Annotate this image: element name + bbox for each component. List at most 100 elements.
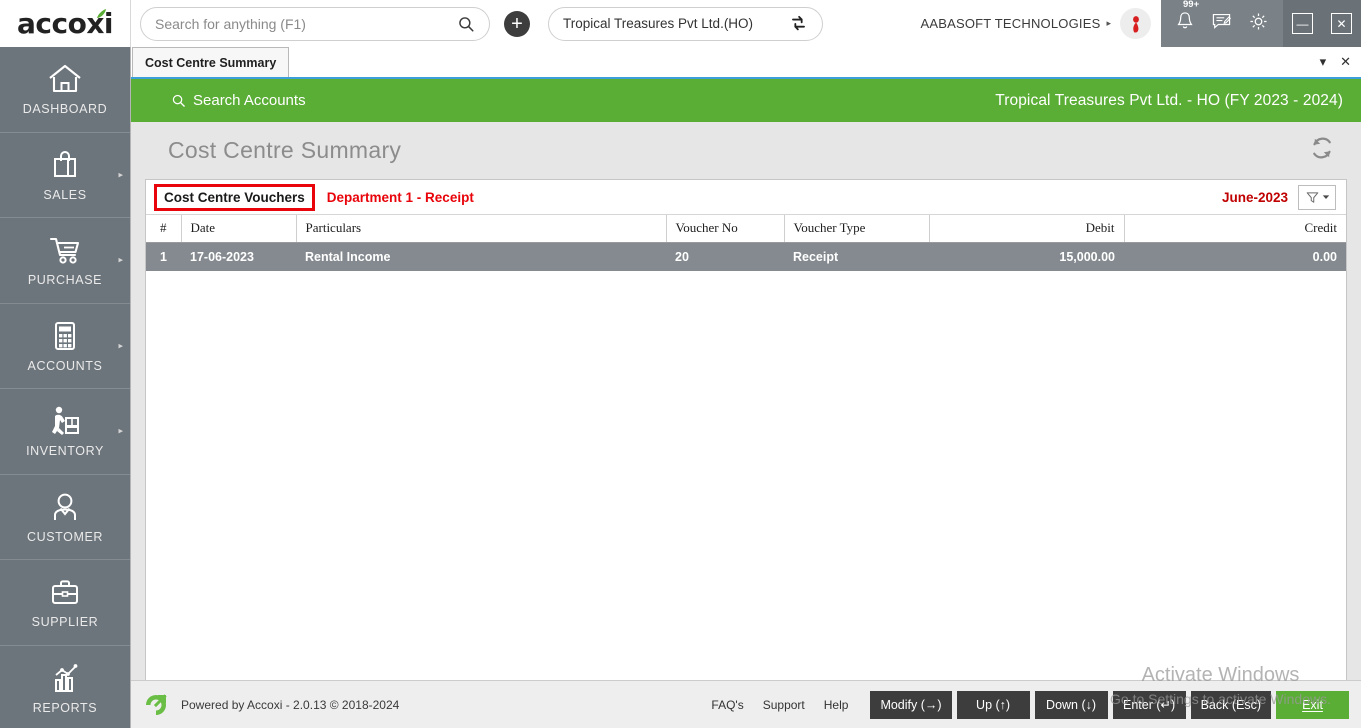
bar-chart-icon (55, 663, 78, 692)
tab-close-icon[interactable]: ✕ (1340, 54, 1351, 70)
column-header-particulars[interactable]: Particulars (296, 215, 667, 243)
organisation-name: AABASOFT TECHNOLOGIES (920, 16, 1101, 31)
sidebar-item-accounts[interactable]: ACCOUNTS ▸ (0, 304, 130, 389)
module-header-bar: Search Accounts Tropical Treasures Pvt L… (131, 79, 1361, 122)
modify-button[interactable]: Modify (→) (870, 690, 952, 719)
link-faqs[interactable]: FAQ's (711, 698, 743, 712)
exit-button[interactable]: Exit (1276, 690, 1349, 719)
sidebar-item-reports[interactable]: REPORTS (0, 646, 130, 728)
footer-links: FAQ's Support Help (711, 698, 848, 712)
search-accounts-label: Search Accounts (193, 92, 306, 109)
person-icon (54, 493, 76, 520)
home-icon (49, 65, 81, 93)
sidebar-item-dashboard[interactable]: DASHBOARD (0, 47, 130, 133)
search-accounts-button[interactable]: Search Accounts (171, 92, 306, 109)
organisation-area[interactable]: AABASOFT TECHNOLOGIES ▸ (920, 0, 1161, 47)
voucher-card: Cost Centre Vouchers Department 1 - Rece… (145, 179, 1347, 713)
column-header-voucher-no[interactable]: Voucher No (666, 215, 785, 243)
sidebar-item-purchase[interactable]: PURCHASE ▸ (0, 218, 130, 304)
sidebar-item-label: DASHBOARD (22, 102, 108, 117)
search-icon[interactable] (457, 15, 475, 33)
sidebar-item-inventory[interactable]: INVENTORY ▸ (0, 389, 130, 475)
column-header-date[interactable]: Date (181, 215, 297, 243)
tab-list-dropdown-icon[interactable]: ▾ (1320, 54, 1327, 70)
breadcrumb-trail: Department 1 - Receipt (326, 189, 474, 205)
company-financial-year: Tropical Treasures Pvt Ltd. - HO (FY 202… (995, 91, 1343, 109)
column-header-credit[interactable]: Credit (1124, 215, 1346, 243)
up-button[interactable]: Up (↑) (956, 690, 1030, 719)
calculator-icon (55, 321, 75, 350)
company-selector[interactable]: Tropical Treasures Pvt Ltd.(HO) (548, 6, 823, 41)
briefcase-icon (52, 580, 78, 605)
shopping-bag-icon (54, 150, 76, 177)
tab-cost-centre-summary[interactable]: Cost Centre Summary (132, 47, 290, 77)
enter-button[interactable]: Enter (↵) (1112, 690, 1186, 719)
link-support[interactable]: Support (763, 698, 805, 712)
accoxi-mark-icon (146, 693, 167, 715)
warehouse-worker-icon (52, 407, 79, 436)
down-button[interactable]: Down (↓) (1034, 690, 1108, 719)
exit-button-label: Exit (1302, 697, 1323, 712)
content-area: Cost Centre Vouchers Department 1 - Rece… (131, 179, 1361, 716)
message-edit-icon[interactable] (1210, 10, 1233, 32)
column-header-voucher-type[interactable]: Voucher Type (784, 215, 930, 243)
avatar[interactable] (1120, 8, 1151, 39)
close-icon: ✕ (1336, 16, 1347, 31)
minimize-icon: — (1296, 16, 1309, 31)
switch-company-icon[interactable] (789, 14, 808, 33)
minimize-button[interactable]: — (1292, 13, 1313, 34)
chevron-right-icon: ▸ (118, 169, 123, 180)
cell-voucher-no: 20 (666, 242, 784, 271)
table-empty-space (146, 271, 1346, 712)
tab-bar-controls: ▾ ✕ (1320, 47, 1361, 77)
breadcrumb-cost-centre-vouchers[interactable]: Cost Centre Vouchers (154, 183, 315, 211)
link-help[interactable]: Help (824, 698, 849, 712)
chevron-right-icon: ▸ (118, 425, 123, 436)
chevron-right-icon[interactable]: ▸ (1106, 18, 1111, 29)
cell-date: 17-06-2023 (181, 242, 296, 271)
column-header-debit[interactable]: Debit (929, 215, 1125, 243)
notifications-button[interactable]: 99+ (1174, 0, 1199, 37)
voucher-table: # Date Particulars Voucher No Voucher Ty… (146, 215, 1346, 271)
bell-icon[interactable] (1174, 10, 1196, 32)
sidebar-item-label: REPORTS (32, 700, 98, 715)
refresh-icon (1313, 137, 1331, 159)
sidebar-item-supplier[interactable]: SUPPLIER (0, 560, 130, 646)
search-input[interactable] (155, 15, 457, 32)
sidebar-item-label: SUPPLIER (31, 615, 99, 630)
global-search[interactable] (140, 6, 490, 41)
sidebar-item-sales[interactable]: SALES ▸ (0, 133, 130, 218)
company-selector-value: Tropical Treasures Pvt Ltd.(HO) (563, 16, 754, 31)
column-header-sl[interactable]: # (146, 215, 182, 243)
search-icon (172, 94, 185, 107)
app-logo: accoxi (0, 0, 131, 47)
messages-button[interactable] (1210, 10, 1233, 37)
back-button[interactable]: Back (Esc) (1190, 690, 1271, 719)
cell-debit: 15,000.00 (929, 242, 1124, 271)
sidebar-item-customer[interactable]: CUSTOMER (0, 475, 130, 560)
settings-button[interactable] (1247, 10, 1270, 38)
chevron-right-icon: ▸ (118, 254, 123, 265)
notification-badge: 99+ (1183, 0, 1200, 10)
logo-leaf-icon (96, 9, 107, 19)
cell-credit: 0.00 (1124, 242, 1346, 271)
plus-icon: + (511, 12, 523, 35)
gear-icon[interactable] (1247, 10, 1270, 33)
sidebar-item-label: PURCHASE (27, 273, 103, 288)
page-title: Cost Centre Summary (168, 137, 402, 163)
tab-label: Cost Centre Summary (145, 55, 277, 70)
chevron-right-icon: ▸ (118, 340, 123, 351)
sidebar-item-label: SALES (43, 187, 87, 202)
add-new-button[interactable]: + (504, 10, 530, 37)
footer-bar: Powered by Accoxi - 2.0.13 © 2018-2024 F… (131, 680, 1361, 728)
breadcrumb-right-controls: June-2023 (1222, 184, 1346, 210)
sidebar: DASHBOARD SALES ▸ PURCHASE ▸ ACCOUNTS ▸ … (0, 47, 131, 728)
filter-button[interactable] (1298, 184, 1336, 210)
toolbar-icons: 99+ (1161, 0, 1283, 47)
refresh-button[interactable] (1307, 133, 1337, 168)
footer-action-buttons: Modify (→) Up (↑) Down (↓) Enter (↵) Bac… (870, 690, 1349, 719)
table-row[interactable]: 1 17-06-2023 Rental Income 20 Receipt 15… (146, 242, 1346, 271)
shopping-cart-icon (49, 238, 80, 264)
main-panel: Cost Centre Summary ▾ ✕ Search Accounts … (131, 47, 1361, 728)
close-button[interactable]: ✕ (1331, 13, 1352, 34)
